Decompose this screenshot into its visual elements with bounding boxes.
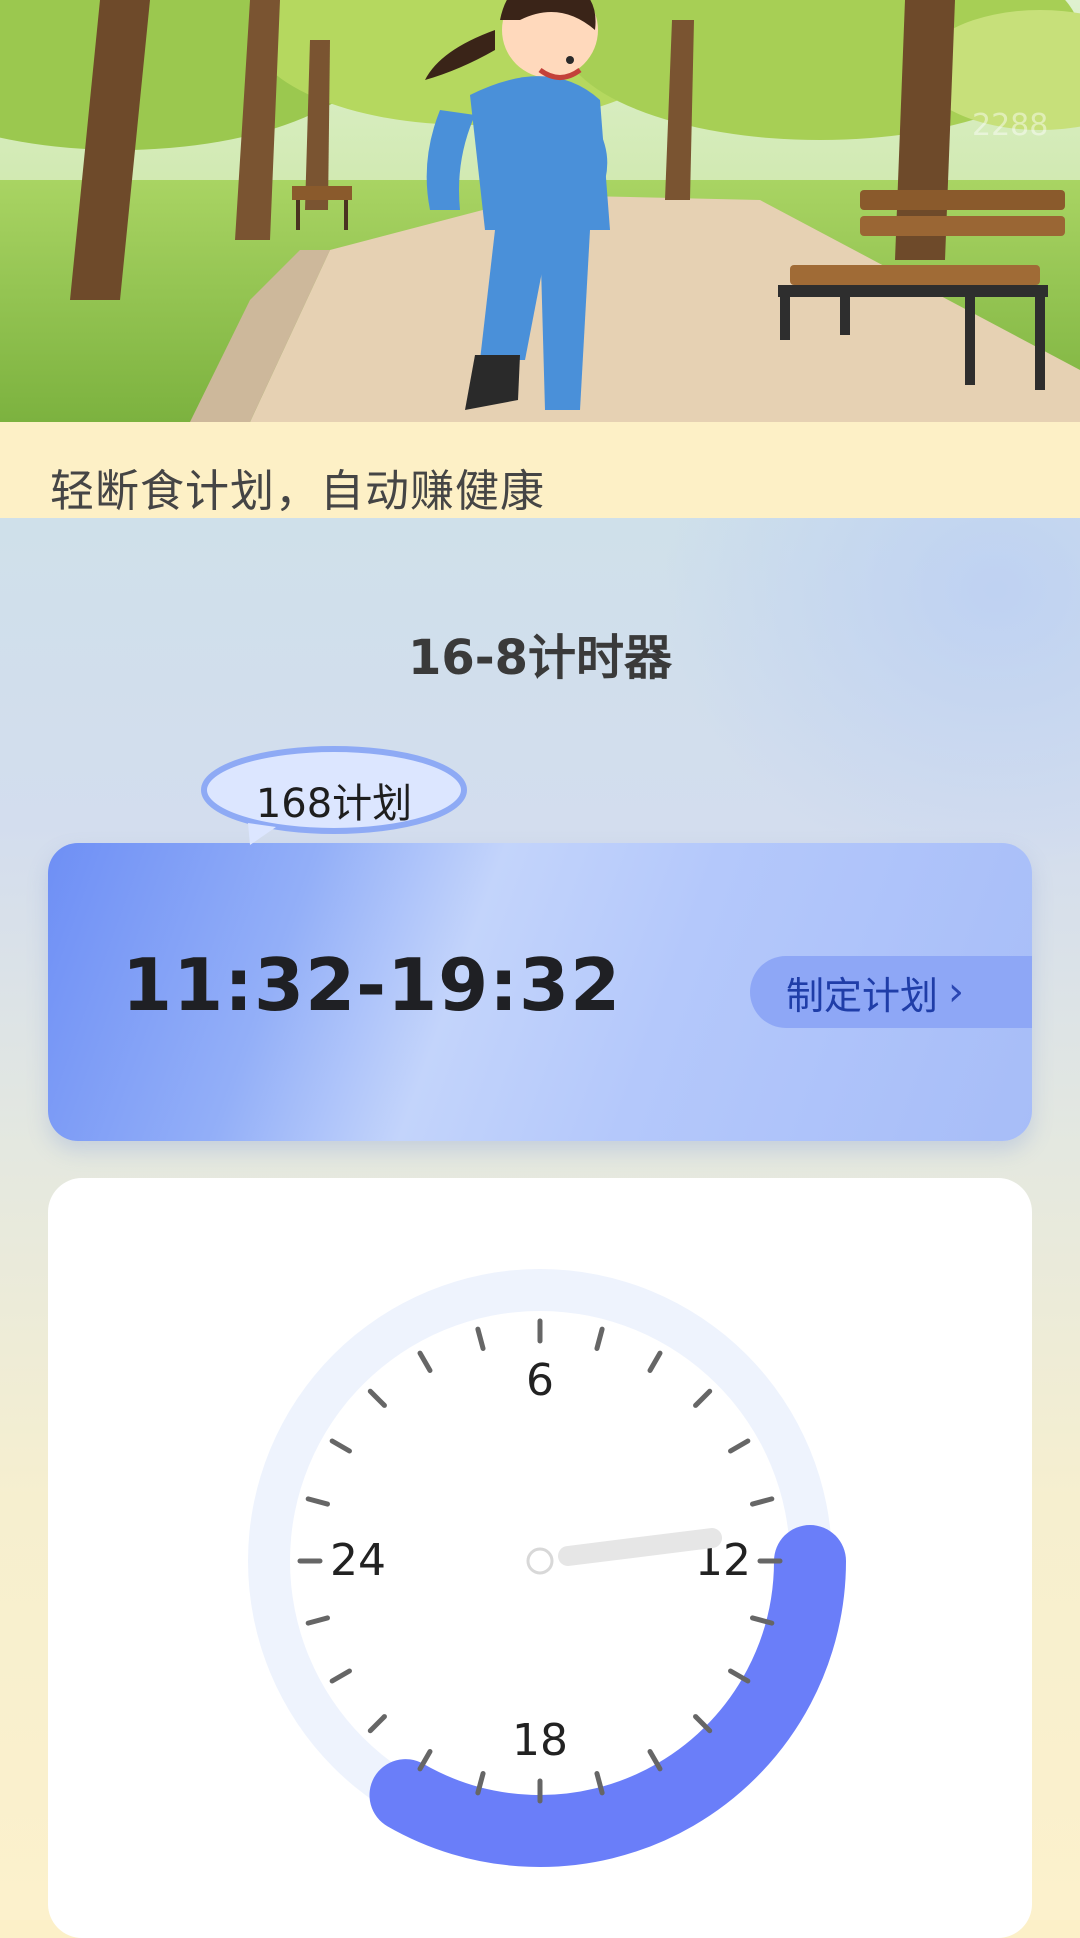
timer-title: 16-8计时器 [407, 630, 673, 686]
clock-pivot [526, 1547, 554, 1575]
fasting-clock: 6 12 18 24 [248, 1269, 846, 1867]
make-plan-label: 制定计划 [786, 973, 939, 1018]
plan-card: 11:32-19:32 制定计划 › [48, 843, 1032, 1141]
make-plan-button[interactable]: 制定计划 › [750, 956, 1032, 1028]
clock-label-24: 24 [330, 1535, 386, 1586]
chevron-right-icon: › [948, 969, 965, 1015]
clock-card: 6 12 18 24 [48, 1178, 1032, 1938]
plan-badge: 168计划 [198, 745, 470, 847]
hero-illustration: 2288 [0, 0, 1080, 422]
slogan-text: 轻断食计划，自动赚健康 [50, 466, 545, 517]
clock-label-6: 6 [526, 1355, 554, 1406]
watermark-text: 2288 [972, 108, 1048, 143]
plan-badge-label: 168计划 [255, 781, 413, 827]
clock-label-18: 18 [512, 1715, 568, 1766]
plan-time-range: 11:32-19:32 [122, 943, 622, 1027]
